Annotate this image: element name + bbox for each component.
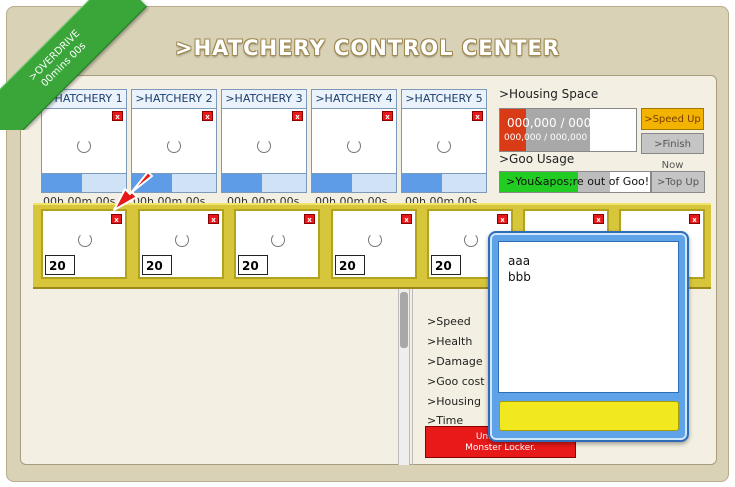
hatchery-label: >HATCHERY 4 [312, 90, 396, 109]
stat-housing: >Housing [427, 395, 481, 408]
close-icon[interactable]: x [304, 214, 315, 224]
hatchery-progress [402, 173, 486, 192]
goo-status: >You&apos;re out of Goo! [506, 175, 650, 188]
close-icon[interactable]: x [497, 214, 508, 224]
goo-usage-title: >Goo Usage [499, 152, 575, 166]
finish-now-button[interactable]: >Finish Now [641, 133, 704, 171]
stat-speed: >Speed [427, 315, 471, 328]
monster-slot[interactable]: x 20 [41, 209, 127, 279]
monster-count: 20 [238, 255, 268, 275]
close-icon[interactable]: x [202, 111, 213, 121]
stat-health: >Health [427, 335, 473, 348]
popup-dialog: aaa bbb [488, 231, 689, 442]
divider [412, 289, 413, 465]
stat-goo-cost: >Goo cost [427, 375, 485, 388]
overdrive-ribbon-container: >OVERDRIVE 00mins 00s [0, 0, 150, 130]
goo-meter: >You&apos;re out of Goo! [499, 171, 651, 193]
loading-spinner-icon [77, 139, 91, 153]
popup-line: aaa [508, 254, 531, 268]
loading-spinner-icon [78, 233, 92, 247]
overdrive-timer: 00mins 00s [39, 40, 89, 90]
hatchery-progress [312, 173, 396, 192]
monster-count: 20 [45, 255, 75, 275]
close-icon[interactable]: x [382, 111, 393, 121]
scrollbar-thumb[interactable] [400, 292, 408, 348]
hatchery-progress [222, 173, 306, 192]
popup-confirm-button[interactable] [499, 401, 679, 431]
housing-sub-value: 000,000 / 000,000 (OVER) [504, 133, 623, 143]
monster-slot[interactable]: x 20 [138, 209, 224, 279]
loading-spinner-icon [175, 233, 189, 247]
monster-count: 20 [431, 255, 461, 275]
close-icon[interactable]: x [401, 214, 412, 224]
close-icon[interactable]: x [208, 214, 219, 224]
loading-spinner-icon [464, 233, 478, 247]
overdrive-ribbon[interactable]: >OVERDRIVE 00mins 00s [0, 0, 147, 130]
loading-spinner-icon [257, 139, 271, 153]
loading-spinner-icon [271, 233, 285, 247]
unlock-sublabel: Monster Locker. [465, 443, 536, 453]
popup-content: aaa bbb [498, 241, 679, 393]
monster-count: 20 [142, 255, 172, 275]
hatchery-label: >HATCHERY 5 [402, 90, 486, 109]
top-up-button[interactable]: >Top Up [651, 171, 705, 193]
close-icon[interactable]: x [472, 111, 483, 121]
close-icon[interactable]: x [689, 214, 700, 224]
hatchery-label: >HATCHERY 3 [222, 90, 306, 109]
stat-damage: >Damage [427, 355, 483, 368]
hatchery-5[interactable]: >HATCHERY 5 x [401, 89, 487, 193]
monster-count: 20 [335, 255, 365, 275]
loading-spinner-icon [437, 139, 451, 153]
hatchery-4[interactable]: >HATCHERY 4 x [311, 89, 397, 193]
monster-slot[interactable]: x 20 [234, 209, 320, 279]
loading-spinner-icon [347, 139, 361, 153]
loading-spinner-icon [368, 233, 382, 247]
housing-value: 000,000 / 000,000 [507, 116, 618, 130]
close-icon[interactable]: x [292, 111, 303, 121]
loading-spinner-icon [167, 139, 181, 153]
monster-slot[interactable]: x 20 [331, 209, 417, 279]
housing-space-title: >Housing Space [499, 87, 599, 101]
speed-up-button[interactable]: >Speed Up [641, 108, 704, 130]
pointer-arrow-icon [113, 172, 153, 211]
close-icon[interactable]: x [593, 214, 604, 224]
hatchery-3[interactable]: >HATCHERY 3 x [221, 89, 307, 193]
popup-line: bbb [508, 270, 531, 284]
housing-meter: 000,000 / 000,000 000,000 / 000,000 (OVE… [499, 108, 637, 152]
